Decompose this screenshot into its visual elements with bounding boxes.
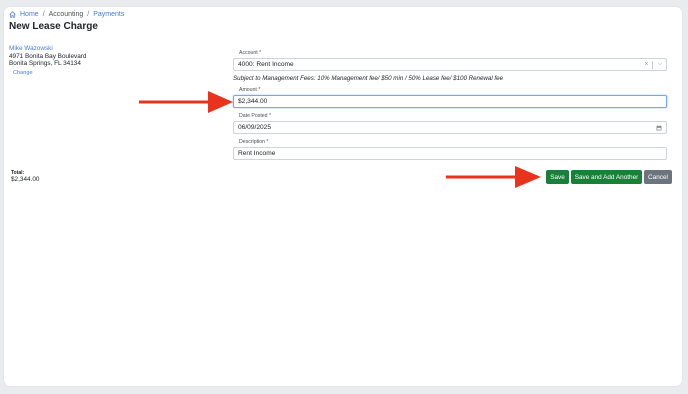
date-posted-input[interactable]: 06/09/2025 xyxy=(233,121,667,134)
description-input[interactable]: Rent Income xyxy=(233,147,667,160)
total-value: $2,344.00 xyxy=(11,175,40,183)
account-label: Account * xyxy=(239,50,262,56)
total-summary: Total: $2,344.00 xyxy=(11,170,39,183)
breadcrumb-home[interactable]: Home xyxy=(20,11,39,18)
description-label: Description * xyxy=(239,139,269,145)
management-fee-note: Subject to Management Fees: 10% Manageme… xyxy=(233,75,504,82)
breadcrumb: Home / Accounting / Payments xyxy=(9,11,124,18)
tenant-address-line1: 4971 Bonita Bay Boulevard xyxy=(9,52,87,60)
home-icon[interactable] xyxy=(9,11,16,18)
cancel-button[interactable]: Cancel xyxy=(644,170,672,184)
change-tenant-link[interactable]: Change xyxy=(13,70,86,78)
annotation-arrow-amount xyxy=(139,91,233,113)
breadcrumb-accounting: Accounting xyxy=(48,11,84,18)
date-posted-value: 06/09/2025 xyxy=(238,124,272,131)
description-value: Rent Income xyxy=(238,150,276,157)
chevron-down-icon[interactable]: ⌵ xyxy=(653,61,666,68)
account-select[interactable]: 4000: Rent Income × ⌵ xyxy=(233,58,667,71)
annotation-arrow-save xyxy=(446,166,541,188)
calendar-icon[interactable] xyxy=(656,125,662,131)
breadcrumb-separator: / xyxy=(42,11,45,18)
amount-label: Amount * xyxy=(239,87,261,93)
tenant-info: Mike Wazowski 4971 Bonita Bay Boulevard … xyxy=(9,45,86,77)
save-and-add-another-button[interactable]: Save and Add Another xyxy=(571,170,642,184)
amount-input[interactable]: $2,344.00 xyxy=(233,95,667,108)
account-select-value: 4000: Rent Income xyxy=(238,61,294,68)
tenant-name-link[interactable]: Mike Wazowski xyxy=(9,45,86,53)
breadcrumb-payments[interactable]: Payments xyxy=(93,11,124,18)
page-title: New Lease Charge xyxy=(9,21,98,32)
breadcrumb-separator: / xyxy=(87,11,90,18)
amount-value: $2,344.00 xyxy=(238,98,268,105)
tenant-address-line2: Bonita Springs, FL 34134 xyxy=(9,60,81,68)
save-button[interactable]: Save xyxy=(546,170,569,184)
date-posted-label: Date Posted * xyxy=(239,113,272,119)
clear-icon[interactable]: × xyxy=(640,61,652,68)
